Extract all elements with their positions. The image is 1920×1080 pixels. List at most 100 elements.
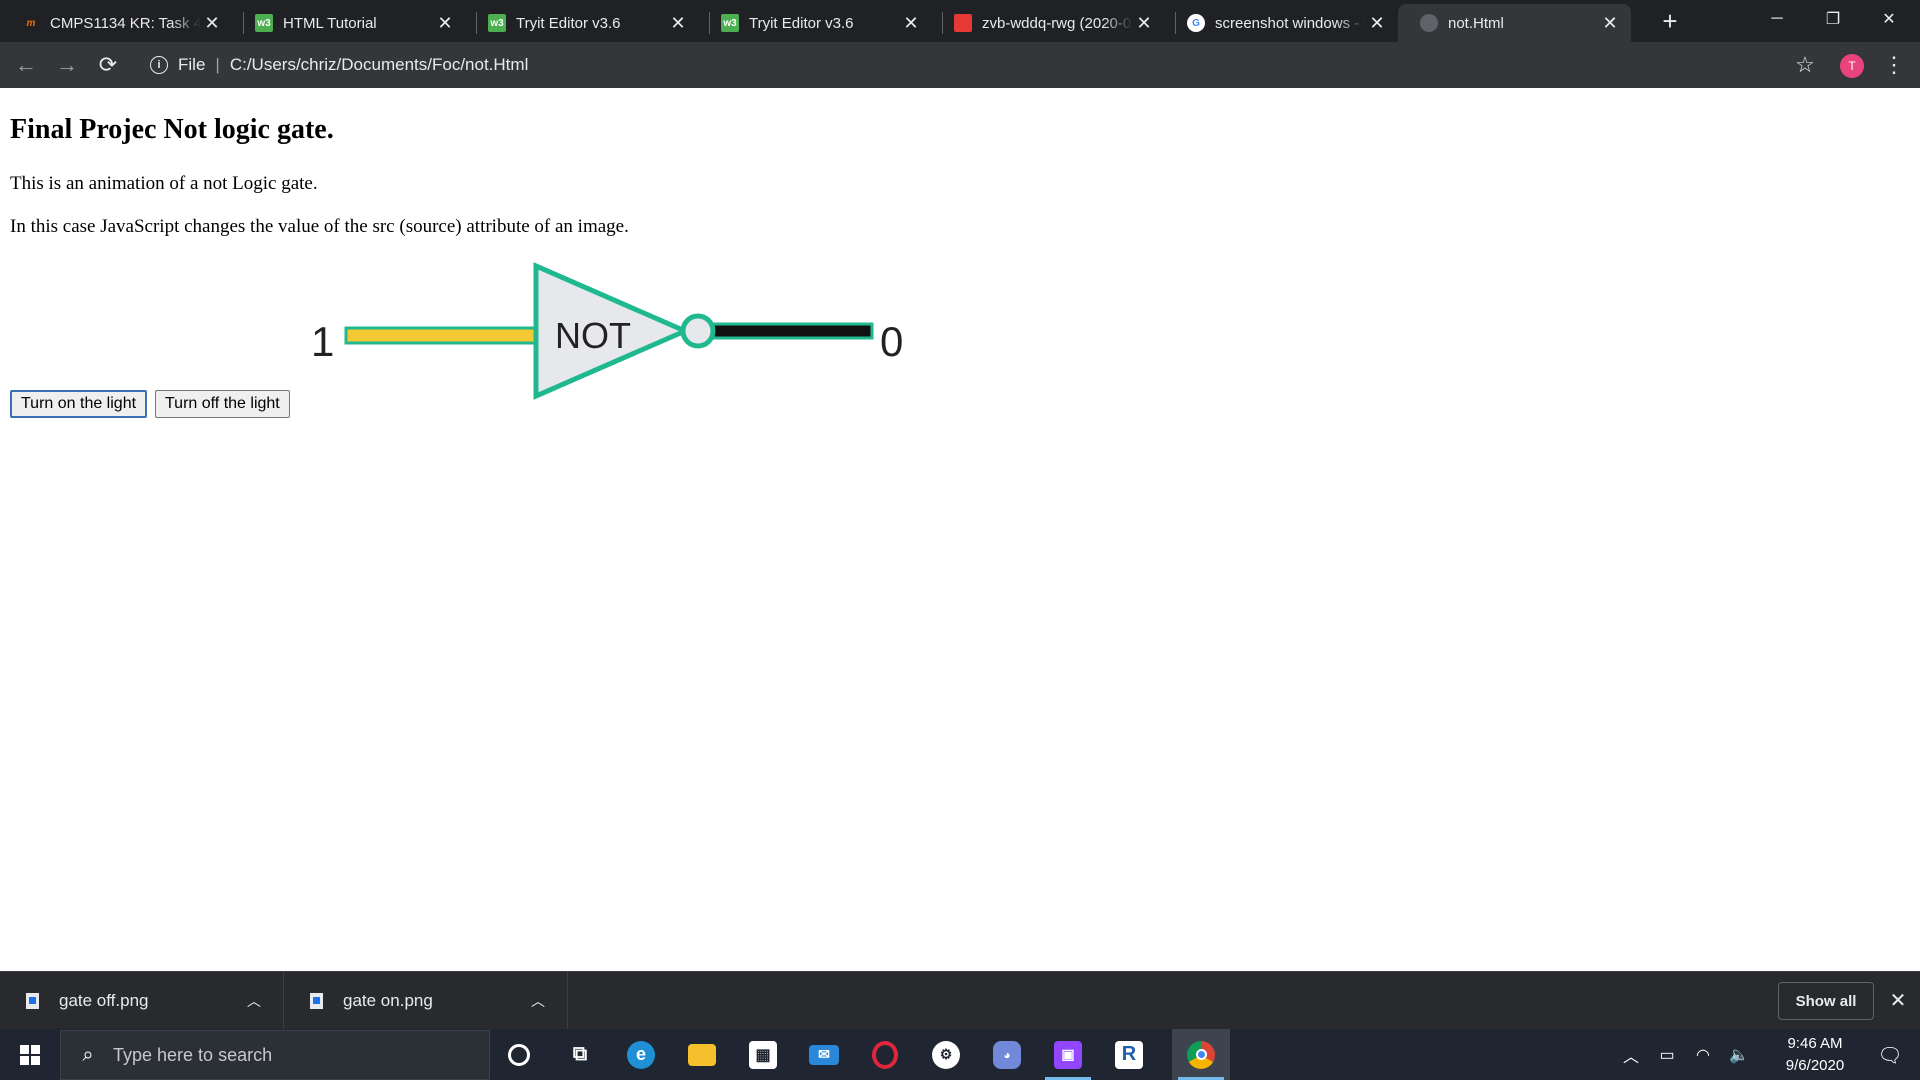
wifi-icon[interactable]: ◠ — [1692, 1044, 1714, 1066]
r-app-button[interactable]: R — [1100, 1029, 1158, 1080]
file-explorer-button[interactable] — [673, 1029, 731, 1080]
gate-label: NOT — [555, 315, 631, 356]
tab-title: Tryit Editor v3.6 — [516, 14, 621, 32]
download-filename: gate off.png — [59, 991, 149, 1010]
turn-on-light-button[interactable]: Turn on the light — [10, 390, 148, 418]
google-icon: G — [1187, 14, 1205, 32]
tab-title: not.Html — [1448, 14, 1504, 32]
taskbar-clock[interactable]: 9:46 AM 9/6/2020 — [1770, 1033, 1860, 1077]
steam-button[interactable]: ⚙ — [917, 1029, 975, 1080]
url-scheme-label: File — [178, 55, 206, 74]
back-button[interactable]: ← — [10, 49, 42, 81]
battery-icon[interactable]: ▭ — [1656, 1044, 1678, 1066]
close-tab-icon[interactable]: ✕ — [900, 12, 922, 34]
r-icon: R — [1115, 1040, 1143, 1069]
mail-icon: ✉ — [809, 1044, 839, 1065]
close-tab-icon[interactable]: ✕ — [1599, 12, 1621, 34]
input-value-label: 1 — [311, 318, 334, 365]
chevron-up-icon[interactable]: ︿ — [247, 991, 261, 1011]
w3schools-icon: w3 — [255, 14, 273, 32]
show-all-downloads-button[interactable]: Show all — [1778, 982, 1874, 1020]
output-wire — [694, 322, 874, 340]
w3schools-icon: w3 — [488, 14, 506, 32]
store-icon: ▦ — [749, 1040, 777, 1069]
tab-meet-recording[interactable]: zvb-wddq-rwg (2020-09-06) ✕ — [932, 4, 1165, 42]
action-center-icon[interactable]: 🗨 — [1876, 1041, 1904, 1069]
tab-tryit-editor-1[interactable]: w3 Tryit Editor v3.6 ✕ — [466, 4, 699, 42]
browser-toolbar: ← → ⟳ i File | C:/Users/chriz/Documents/… — [0, 42, 1920, 88]
tab-title: CMPS1134 KR: Task 4 JavaScript — [50, 14, 201, 32]
download-item[interactable]: gate off.png ︿ — [0, 972, 284, 1030]
windows-logo-icon — [20, 1044, 40, 1065]
close-shelf-icon[interactable]: ✕ — [1884, 986, 1912, 1014]
close-tab-icon[interactable]: ✕ — [434, 12, 456, 34]
tab-title: screenshot windows - Google Search — [1215, 14, 1366, 32]
cortana-icon — [508, 1043, 530, 1066]
description-paragraph: In this case JavaScript changes the valu… — [10, 216, 629, 237]
taskbar-search-box[interactable]: ⌕ Type here to search — [60, 1030, 490, 1080]
opera-icon — [872, 1040, 898, 1069]
mail-button[interactable]: ✉ — [795, 1029, 853, 1080]
system-tray: ︿ ▭ ◠ 🔈 9:46 AM 9/6/2020 🗨 — [1610, 1029, 1920, 1080]
w3schools-icon: w3 — [721, 14, 739, 32]
close-tab-icon[interactable]: ✕ — [1366, 12, 1388, 34]
show-hidden-icons-chevron-icon[interactable]: ︿ — [1620, 1044, 1642, 1066]
chrome-icon — [1187, 1040, 1215, 1069]
task-view-button[interactable]: ⧉ — [551, 1029, 609, 1080]
intro-paragraph: This is an animation of a not Logic gate… — [10, 173, 318, 194]
start-button[interactable] — [0, 1029, 60, 1080]
new-tab-button[interactable]: + — [1655, 6, 1685, 36]
chevron-up-icon[interactable]: ︿ — [531, 991, 545, 1011]
inversion-bubble — [680, 313, 716, 349]
search-icon: ⌕ — [82, 1043, 94, 1066]
close-window-button[interactable]: ✕ — [1866, 0, 1912, 38]
profile-avatar[interactable]: T — [1840, 54, 1864, 78]
image-file-icon — [26, 993, 39, 1009]
tab-google-search[interactable]: G screenshot windows - Google Search ✕ — [1165, 4, 1398, 42]
task-view-icon: ⧉ — [572, 1043, 588, 1065]
edge-button[interactable]: e — [612, 1029, 670, 1080]
close-tab-icon[interactable]: ✕ — [1133, 12, 1155, 34]
image-file-icon — [310, 993, 323, 1009]
tab-html-tutorial[interactable]: w3 HTML Tutorial ✕ — [233, 4, 466, 42]
store-button[interactable]: ▦ — [734, 1029, 792, 1080]
opera-button[interactable] — [856, 1029, 914, 1080]
url-path[interactable]: C:/Users/chriz/Documents/Foc/not.Html — [230, 55, 529, 75]
steam-icon: ⚙ — [932, 1040, 960, 1069]
bookmark-star-icon[interactable]: ☆ — [1790, 50, 1820, 80]
turn-off-light-button[interactable]: Turn off the light — [155, 390, 290, 418]
tab-not-html[interactable]: not.Html ✕ — [1398, 4, 1631, 42]
close-tab-icon[interactable]: ✕ — [201, 12, 223, 34]
chrome-button[interactable] — [1172, 1029, 1230, 1080]
tab-title: zvb-wddq-rwg (2020-09-06) — [982, 14, 1133, 32]
page-title: Final Projec Not logic gate. — [10, 114, 334, 145]
clock-date: 9/6/2020 — [1785, 1057, 1845, 1074]
tab-tryit-editor-2[interactable]: w3 Tryit Editor v3.6 ✕ — [699, 4, 932, 42]
windows-taskbar: ⌕ Type here to search ⧉ e ▦ ✉ ⚙ ◕ ▣ R ︿ … — [0, 1029, 1920, 1080]
forward-button[interactable]: → — [51, 49, 83, 81]
file-explorer-icon — [688, 1043, 716, 1066]
clock-time: 9:46 AM — [1787, 1035, 1843, 1052]
tab-cmps1134[interactable]: m CMPS1134 KR: Task 4 JavaScript ✕ — [0, 4, 233, 42]
twitch-button[interactable]: ▣ — [1039, 1029, 1097, 1080]
globe-icon — [1420, 14, 1438, 32]
discord-button[interactable]: ◕ — [978, 1029, 1036, 1080]
not-gate-image: 1 NOT 0 — [311, 262, 903, 400]
cortana-button[interactable] — [490, 1029, 548, 1080]
tab-strip: m CMPS1134 KR: Task 4 JavaScript ✕ w3 HT… — [0, 0, 1920, 42]
input-wire — [344, 326, 538, 345]
browser-menu-icon[interactable]: ⋮ — [1880, 50, 1908, 80]
site-info-icon[interactable]: i — [150, 56, 168, 74]
discord-icon: ◕ — [993, 1040, 1021, 1069]
edge-icon: e — [627, 1040, 655, 1069]
volume-icon[interactable]: 🔈 — [1728, 1044, 1750, 1066]
twitch-icon: ▣ — [1054, 1040, 1082, 1069]
tab-title: Tryit Editor v3.6 — [749, 14, 854, 32]
search-placeholder: Type here to search — [113, 1044, 273, 1065]
download-item[interactable]: gate on.png ︿ — [284, 972, 568, 1030]
close-tab-icon[interactable]: ✕ — [667, 12, 689, 34]
minimize-window-button[interactable]: ─ — [1754, 0, 1800, 38]
reload-button[interactable]: ⟳ — [92, 49, 124, 81]
restore-window-button[interactable]: ❐ — [1810, 0, 1856, 38]
address-bar[interactable]: i File | C:/Users/chriz/Documents/Foc/no… — [138, 47, 1788, 83]
